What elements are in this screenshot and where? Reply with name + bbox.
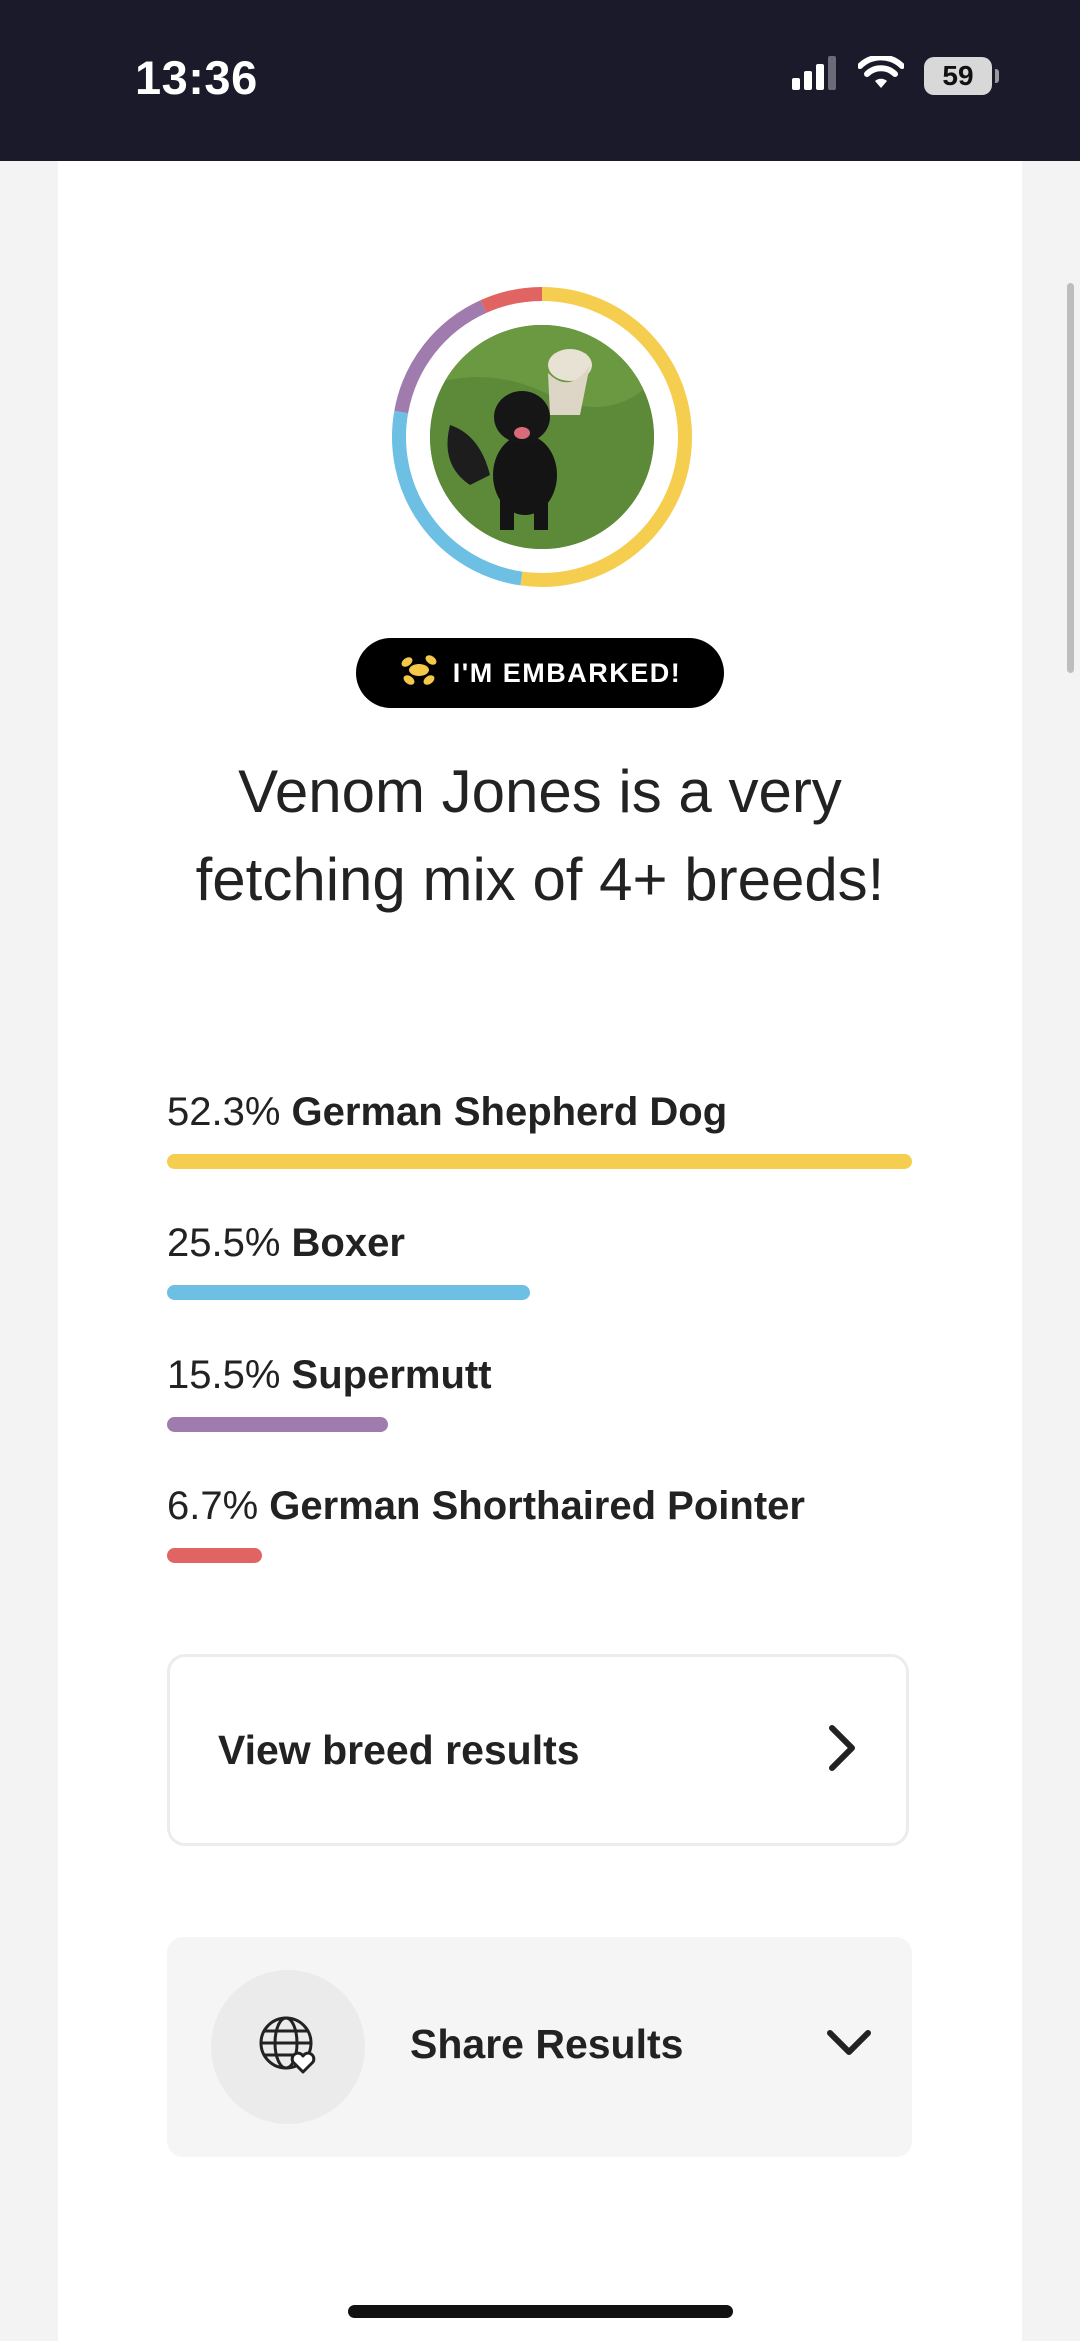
scrollbar[interactable] (1067, 283, 1074, 673)
breed-name: Supermutt (291, 1353, 492, 1397)
view-breed-results-label: View breed results (218, 1726, 580, 1773)
embarked-badge: I'M EMBARKED! (356, 638, 724, 708)
breed-row: 6.7% German Shorthaired Pointer (167, 1482, 912, 1563)
breed-row: 25.5% Boxer (167, 1219, 912, 1300)
breed-label: 15.5% Supermutt (167, 1351, 912, 1399)
view-breed-results-button[interactable]: View breed results (167, 1654, 909, 1846)
breed-percent: 52.3% (167, 1090, 281, 1134)
breed-percent-bar (167, 1154, 912, 1169)
dog-balloon-icon (399, 652, 439, 695)
breed-percent: 25.5% (167, 1221, 281, 1265)
share-results-label: Share Results (410, 2021, 684, 2067)
dog-photo (430, 325, 654, 549)
breed-name: German Shepherd Dog (291, 1090, 728, 1134)
chevron-down-icon (826, 2027, 872, 2062)
breed-ring-segment (480, 287, 543, 313)
breed-percent-bar (167, 1285, 530, 1300)
page-title: Venom Jones is a very fetching mix of 4+… (195, 758, 885, 913)
breed-label: 52.3% German Shepherd Dog (167, 1088, 912, 1136)
battery-indicator: 59 (924, 56, 999, 95)
wifi-icon (857, 54, 905, 95)
globe-heart-icon (257, 2014, 319, 2081)
breed-ring-avatar (385, 280, 699, 594)
breed-label: 25.5% Boxer (167, 1219, 912, 1267)
breed-row: 15.5% Supermutt (167, 1351, 912, 1432)
badge-label: I'M EMBARKED! (452, 657, 682, 688)
signal-icon (792, 56, 838, 95)
breed-label: 6.7% German Shorthaired Pointer (167, 1482, 912, 1530)
breed-name: Boxer (291, 1221, 405, 1265)
share-icon-circle (211, 1970, 365, 2124)
breed-name: German Shorthaired Pointer (269, 1484, 805, 1528)
status-icons: 59 (792, 54, 999, 95)
breed-percent-bar (167, 1417, 388, 1432)
breed-row: 52.3% German Shepherd Dog (167, 1088, 912, 1169)
chevron-right-icon (826, 1724, 858, 1777)
status-bar: 13:36 59 (0, 0, 1080, 161)
breed-percent: 15.5% (167, 1353, 281, 1397)
breed-percent-bar (167, 1548, 262, 1563)
home-indicator[interactable] (348, 2305, 733, 2318)
breed-percent: 6.7% (167, 1484, 259, 1528)
share-results-toggle[interactable]: Share Results (167, 1937, 912, 2157)
status-time: 13:36 (135, 51, 258, 104)
